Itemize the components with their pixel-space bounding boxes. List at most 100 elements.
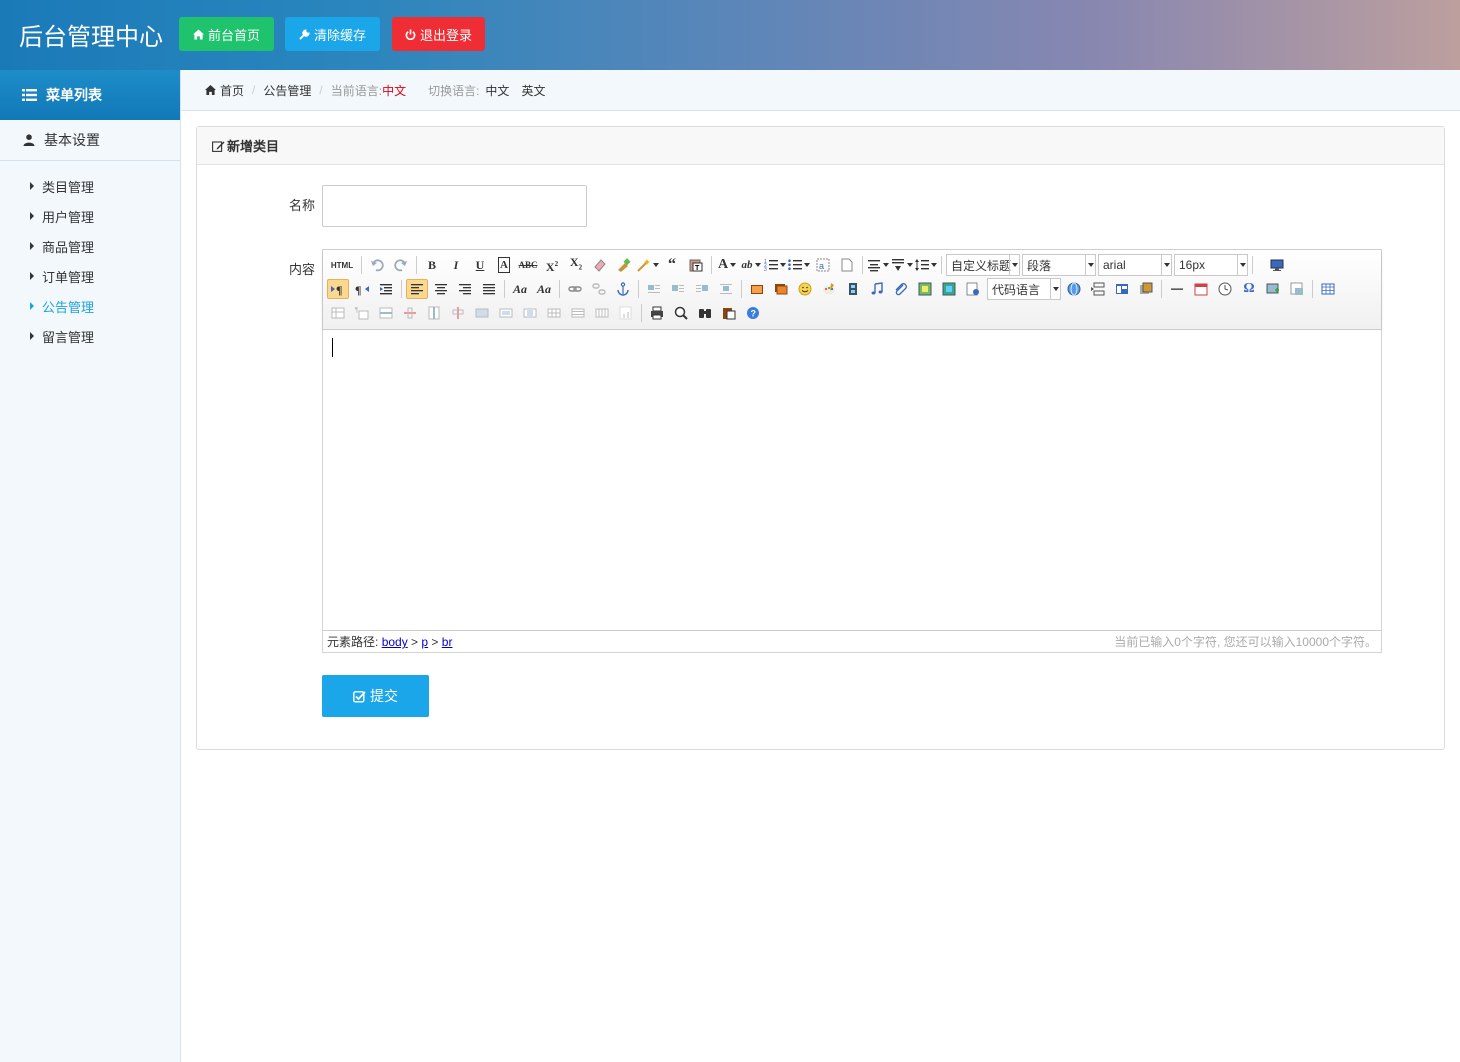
merge-right-button[interactable] — [495, 303, 517, 323]
html-source-button[interactable]: HTML — [327, 255, 357, 275]
sidebar-item-users[interactable]: 用户管理 — [0, 201, 180, 231]
select-all-button[interactable]: a — [812, 255, 834, 275]
split-rows-button[interactable] — [567, 303, 589, 323]
logout-button[interactable]: 退出登录 — [392, 17, 485, 51]
delete-table-button[interactable] — [327, 303, 349, 323]
map-button[interactable] — [914, 279, 936, 299]
background-button[interactable] — [1135, 279, 1157, 299]
sidebar-item-messages[interactable]: 留言管理 — [0, 321, 180, 351]
bold-button[interactable]: B — [421, 255, 443, 275]
image-none-button[interactable] — [643, 279, 665, 299]
insert-frame-button[interactable] — [962, 279, 984, 299]
redo-button[interactable] — [390, 255, 412, 275]
image-left-button[interactable] — [667, 279, 689, 299]
rich-text-editor[interactable]: HTML B I U A ABC X2 X2 “ T A ab 1 2 3 a … — [322, 249, 1382, 653]
remove-format-button[interactable] — [589, 255, 611, 275]
delete-row-button[interactable] — [399, 303, 421, 323]
align-left-button[interactable] — [406, 279, 428, 299]
font-color-button[interactable]: A — [716, 255, 738, 275]
font-family-select[interactable]: arial — [1098, 254, 1172, 276]
superscript-button[interactable]: X2 — [541, 255, 563, 275]
path-link-body[interactable]: body — [382, 635, 408, 649]
underline-button[interactable]: U — [469, 255, 491, 275]
path-link-p[interactable]: p — [421, 635, 428, 649]
row-spacing-top-button[interactable] — [867, 255, 889, 275]
name-input[interactable] — [322, 185, 587, 227]
simple-upload-button[interactable] — [746, 279, 768, 299]
snap-screen-button[interactable] — [1262, 279, 1284, 299]
draft-button[interactable] — [718, 303, 740, 323]
align-right-button[interactable] — [454, 279, 476, 299]
insert-video-button[interactable] — [842, 279, 864, 299]
subscript-button[interactable]: X2 — [565, 255, 587, 275]
music-button[interactable] — [866, 279, 888, 299]
breadcrumb-home-link[interactable]: 首页 — [220, 82, 244, 99]
delete-col-button[interactable] — [447, 303, 469, 323]
merge-down-button[interactable] — [519, 303, 541, 323]
blockquote-button[interactable]: “ — [661, 255, 683, 275]
align-center-button[interactable] — [430, 279, 452, 299]
row-spacing-bottom-button[interactable] — [891, 255, 913, 275]
undo-button[interactable] — [366, 255, 388, 275]
line-height-button[interactable] — [915, 255, 937, 275]
font-size-select[interactable]: 16px — [1174, 254, 1248, 276]
sidebar-item-products[interactable]: 商品管理 — [0, 231, 180, 261]
clear-cache-button[interactable]: 清除缓存 — [285, 17, 380, 51]
chart-button[interactable] — [615, 303, 637, 323]
language-option-english[interactable]: 英文 — [521, 82, 545, 99]
attachment-button[interactable] — [890, 279, 912, 299]
search-replace-button[interactable] — [694, 303, 716, 323]
ltr-button[interactable]: ¶ — [327, 279, 349, 299]
sidebar-group-basic-settings[interactable]: 基本设置 — [0, 120, 180, 161]
insert-image-button[interactable] — [770, 279, 792, 299]
auto-typeset-button[interactable] — [637, 255, 659, 275]
insert-table-button[interactable] — [1317, 279, 1339, 299]
sidebar-item-orders[interactable]: 订单管理 — [0, 261, 180, 291]
highlight-color-button[interactable]: ab — [740, 255, 762, 275]
image-right-button[interactable] — [691, 279, 713, 299]
uppercase-button[interactable]: Aa — [509, 279, 531, 299]
preview-button[interactable] — [670, 303, 692, 323]
ordered-list-button[interactable]: 123 — [764, 255, 786, 275]
word-image-button[interactable] — [1286, 279, 1308, 299]
page-break-button[interactable] — [1087, 279, 1109, 299]
breadcrumb-current[interactable]: 公告管理 — [263, 82, 311, 99]
align-justify-button[interactable] — [478, 279, 500, 299]
template-button[interactable] — [1111, 279, 1133, 299]
language-option-chinese[interactable]: 中文 — [485, 82, 509, 99]
unlink-button[interactable] — [588, 279, 610, 299]
google-map-button[interactable] — [938, 279, 960, 299]
path-link-br[interactable]: br — [442, 635, 453, 649]
horizontal-rule-button[interactable] — [1166, 279, 1188, 299]
paste-plain-button[interactable]: T — [685, 255, 707, 275]
anchor-button[interactable] — [612, 279, 634, 299]
indent-button[interactable] — [375, 279, 397, 299]
web-app-button[interactable] — [1063, 279, 1085, 299]
home-button[interactable]: 前台首页 — [179, 17, 274, 51]
split-cells-button[interactable] — [543, 303, 565, 323]
help-button[interactable]: ? — [742, 303, 764, 323]
clear-doc-button[interactable] — [836, 255, 858, 275]
sidebar-item-category[interactable]: 类目管理 — [0, 171, 180, 201]
paragraph-format-select[interactable]: 段落 — [1022, 254, 1096, 276]
format-match-button[interactable] — [613, 255, 635, 275]
print-button[interactable] — [646, 303, 668, 323]
insert-paragraph-before-table-button[interactable]: ¶ — [351, 303, 373, 323]
lowercase-button[interactable]: Aa — [533, 279, 555, 299]
merge-cells-button[interactable] — [471, 303, 493, 323]
code-language-select[interactable]: 代码语言 — [987, 278, 1061, 300]
image-center-button[interactable] — [715, 279, 737, 299]
strikethrough-button[interactable]: ABC — [517, 255, 539, 275]
emotion-button[interactable] — [794, 279, 816, 299]
split-cols-button[interactable] — [591, 303, 613, 323]
fullscreen-button[interactable] — [1266, 255, 1288, 275]
italic-button[interactable]: I — [445, 255, 467, 275]
insert-row-button[interactable] — [375, 303, 397, 323]
editor-content-area[interactable] — [323, 330, 1381, 630]
custom-heading-select[interactable]: 自定义标题 — [946, 254, 1020, 276]
unordered-list-button[interactable] — [788, 255, 810, 275]
scrawl-button[interactable] — [818, 279, 840, 299]
submit-button[interactable]: 提交 — [322, 675, 429, 717]
insert-date-button[interactable] — [1190, 279, 1212, 299]
special-char-button[interactable]: Ω — [1238, 279, 1260, 299]
